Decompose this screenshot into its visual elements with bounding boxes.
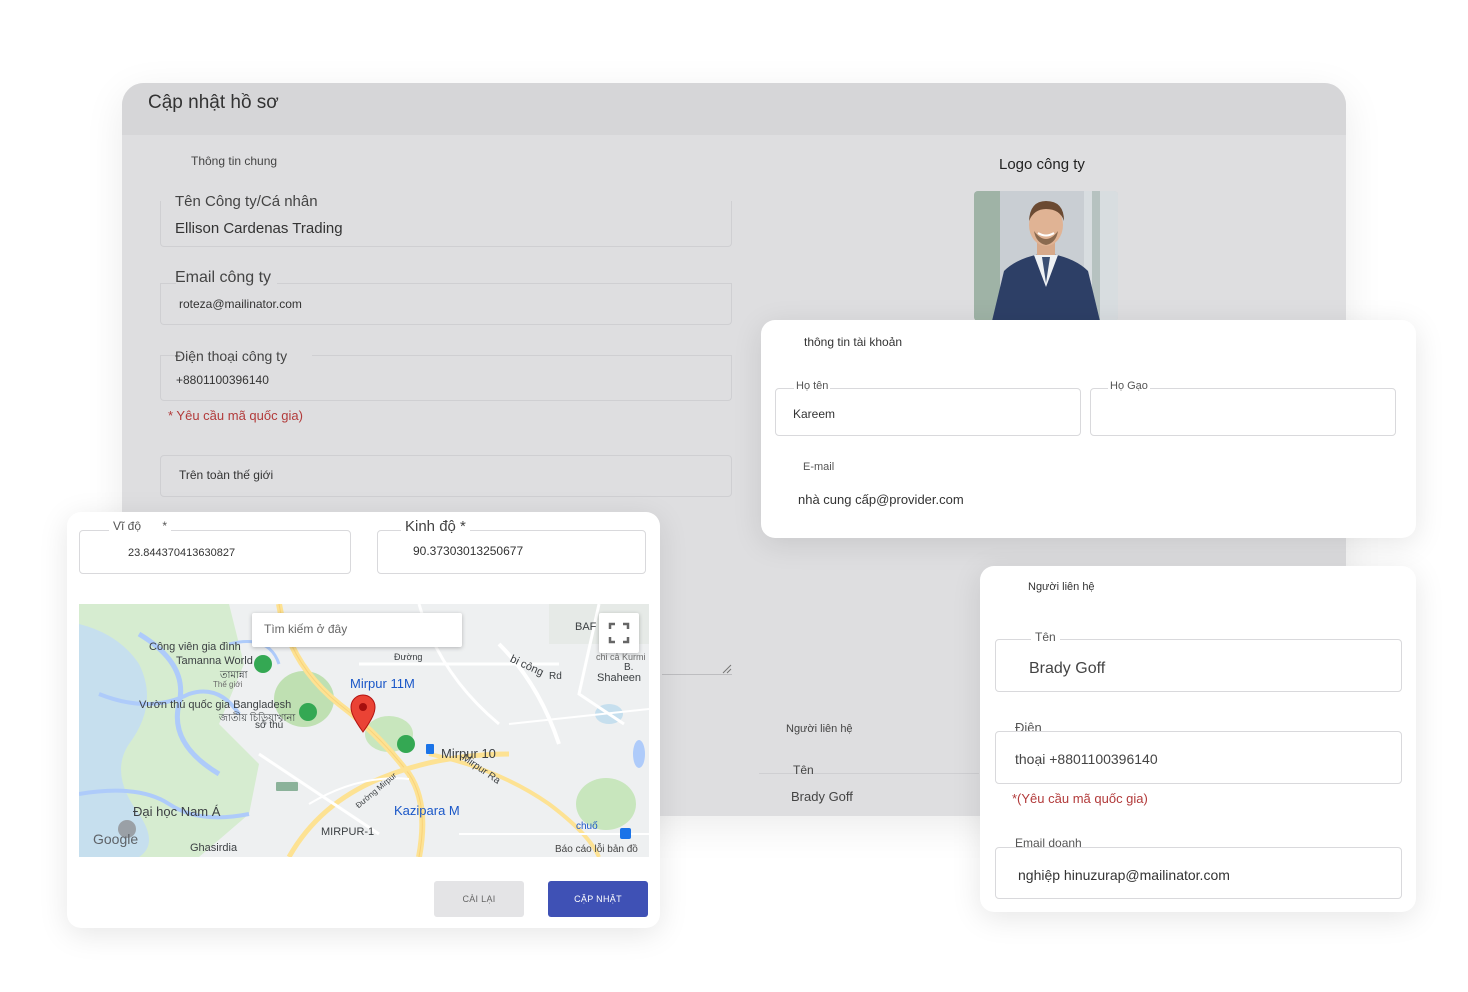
map-label: Tamanna World bbox=[176, 655, 253, 667]
latitude-label: Vĩ độ * bbox=[109, 519, 172, 533]
map-label: Mirpur 11M bbox=[350, 676, 415, 691]
latitude-required-mark: * bbox=[162, 519, 168, 533]
account-legend: thông tin tài khoản bbox=[804, 335, 903, 349]
contact-name-label-back: Tên bbox=[793, 763, 814, 777]
company-email-value: roteza@mailinator.com bbox=[179, 297, 302, 311]
map-label: Rd bbox=[549, 671, 562, 682]
company-name-value: Ellison Cardenas Trading bbox=[175, 220, 343, 237]
contact-card: Người liên hệ Tên Brady Goff Điện thoại … bbox=[980, 566, 1416, 912]
location-card: Vĩ độ * 23.844370413630827 Kinh độ * 90.… bbox=[67, 512, 660, 928]
logo-label: Logo công ty bbox=[999, 156, 1085, 173]
contact-phone-value: thoại +8801100396140 bbox=[1015, 751, 1158, 767]
contact-phone-hint: *(Yêu cầu mã quốc gia) bbox=[1012, 791, 1148, 806]
field-border bbox=[759, 773, 979, 774]
longitude-value: 90.37303013250677 bbox=[413, 544, 524, 558]
account-email-value: nhà cung cấp@provider.com bbox=[798, 492, 964, 507]
map-search-placeholder: Tìm kiếm ở đây bbox=[264, 622, 348, 636]
region-value: Trên toàn thế giới bbox=[179, 468, 274, 482]
company-phone-value: +8801100396140 bbox=[176, 373, 269, 387]
google-map[interactable]: Tìm kiếm ở đây Công viên gia đình Tamann… bbox=[79, 604, 649, 857]
map-label: Ghasirdia bbox=[190, 842, 238, 854]
map-label: chi cả Kurmi bbox=[596, 652, 646, 662]
fullname-label: Họ tên bbox=[794, 380, 831, 392]
lastname-field[interactable] bbox=[1090, 388, 1396, 436]
map-label: Shaheen bbox=[597, 672, 642, 684]
map-label: Đại học Nam Á bbox=[133, 804, 221, 819]
latitude-label-text: Vĩ độ bbox=[113, 519, 142, 533]
map-label: Đường bbox=[394, 652, 423, 662]
account-email-label: E-mail bbox=[803, 461, 835, 473]
map-label: chuố bbox=[576, 821, 598, 832]
fullscreen-button[interactable] bbox=[599, 613, 639, 653]
map-label: Thế giới bbox=[213, 680, 243, 689]
contact-name-label: Tên bbox=[1031, 630, 1060, 644]
map-label: BAF bbox=[575, 621, 597, 633]
contact-name-value-back: Brady Goff bbox=[791, 789, 853, 804]
contact-email-value: nghiệp hinuzurap@mailinator.com bbox=[1018, 867, 1230, 883]
profile-header: Cập nhật hồ sơ bbox=[122, 83, 1346, 135]
longitude-label: Kinh độ * bbox=[401, 518, 470, 535]
map-search-input[interactable]: Tìm kiếm ở đây bbox=[252, 613, 462, 647]
account-info-card: thông tin tài khoản Họ tên Kareem Họ Gạo… bbox=[761, 320, 1416, 538]
map-label: MIRPUR-1 bbox=[321, 826, 375, 838]
phone-hint: * Yêu cầu mã quốc gia) bbox=[168, 408, 303, 423]
fullname-value: Kareem bbox=[793, 407, 836, 421]
fullscreen-icon bbox=[608, 622, 630, 644]
update-button[interactable]: CẬP NHẬT bbox=[548, 881, 648, 917]
lastname-label: Họ Gạo bbox=[1108, 380, 1150, 392]
contact-legend-back: Người liên hệ bbox=[786, 723, 853, 735]
contact-name-value: Brady Goff bbox=[1029, 660, 1106, 677]
map-label: Công viên gia đình bbox=[149, 641, 241, 653]
page-title: Cập nhật hồ sơ bbox=[148, 92, 279, 113]
contact-legend: Người liên hệ bbox=[1028, 581, 1095, 593]
reset-button[interactable]: CÀI LẠI bbox=[434, 881, 524, 917]
map-label: Vườn thú quốc gia Bangladesh bbox=[139, 699, 292, 711]
google-logo: Google bbox=[93, 831, 139, 847]
company-logo-image[interactable] bbox=[974, 191, 1118, 321]
map-label: Kazipara M bbox=[394, 803, 460, 818]
report-map-error-link[interactable]: Báo cáo lỗi bản đồ bbox=[555, 844, 638, 855]
resize-handle-icon[interactable] bbox=[722, 664, 732, 674]
map-label: sở thú bbox=[255, 720, 284, 731]
general-info-legend: Thông tin chung bbox=[191, 154, 278, 168]
map-label: B. bbox=[624, 662, 634, 673]
latitude-value: 23.844370413630827 bbox=[128, 547, 236, 559]
textarea-border bbox=[662, 674, 732, 675]
